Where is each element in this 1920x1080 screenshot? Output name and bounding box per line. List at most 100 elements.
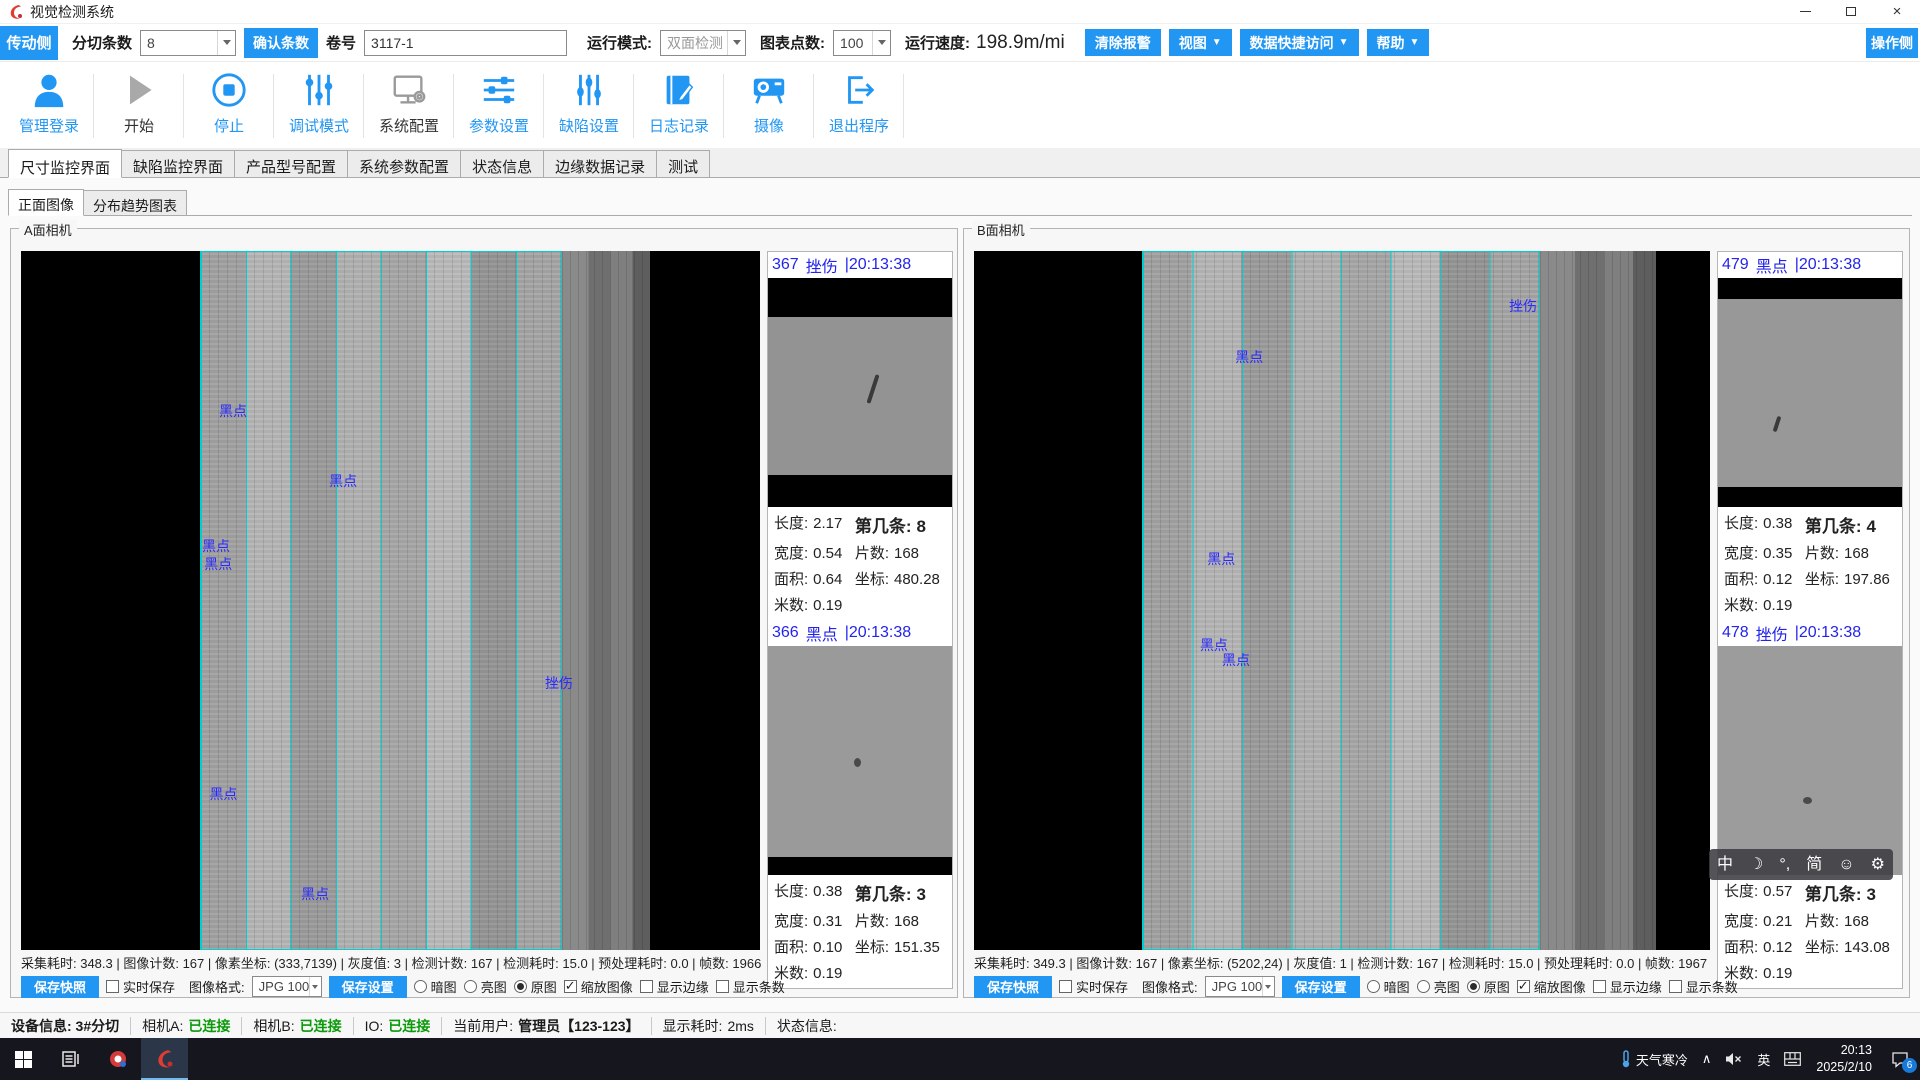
defect-overlay-label: 黑点	[1222, 650, 1250, 670]
tab-edge-data-record[interactable]: 边缘数据记录	[543, 150, 657, 177]
image-format-select[interactable]: JPG 100	[1205, 976, 1275, 997]
drive-side-button[interactable]: 传动侧	[0, 26, 58, 60]
task-view-button[interactable]	[47, 1038, 94, 1080]
defect-thumbnail[interactable]	[768, 278, 952, 507]
show-edge-checkbox[interactable]: 显示边缘	[640, 977, 709, 996]
save-settings-button[interactable]: 保存设置	[329, 976, 407, 998]
touch-keyboard-button[interactable]	[1777, 1038, 1808, 1080]
start-button[interactable]	[0, 1038, 47, 1080]
ime-moon-icon[interactable]: ☽	[1749, 857, 1763, 873]
radio-icon	[1467, 980, 1480, 993]
camera-b-image[interactable]: 挫伤黑点黑点黑点黑点	[974, 251, 1710, 950]
ime-settings-gear-icon[interactable]: ⚙	[1871, 857, 1885, 873]
tab-system-params-config[interactable]: 系统参数配置	[347, 150, 461, 177]
debug-mode-button[interactable]: 调试模式	[274, 62, 364, 148]
dark-image-radio[interactable]: 暗图	[1367, 977, 1410, 996]
menu-arrow-icon: ▼	[1212, 37, 1222, 48]
tab-test[interactable]: 测试	[656, 150, 710, 177]
admin-login-button[interactable]: 管理登录	[4, 62, 94, 148]
tab-product-model-config[interactable]: 产品型号配置	[234, 150, 348, 177]
realtime-save-checkbox[interactable]: 实时保存	[1059, 977, 1128, 996]
weather-widget[interactable]: 天气寒冷	[1613, 1038, 1695, 1080]
checkbox-icon	[1593, 980, 1606, 993]
log-record-button[interactable]: 日志记录	[634, 62, 724, 148]
original-image-radio[interactable]: 原图	[1467, 977, 1510, 996]
windows-taskbar: 天气寒冷 ∧ 英 20:13 2025/2/10 6	[0, 1038, 1920, 1080]
taskbar-app-icon-1[interactable]	[94, 1038, 141, 1080]
subtab-front-image[interactable]: 正面图像	[8, 189, 84, 216]
clear-alarm-button[interactable]: 清除报警	[1085, 29, 1161, 56]
camera-b-controls: 保存快照 实时保存 图像格式: JPG 100 保存设置 暗图 亮图 原图 缩放…	[974, 975, 1714, 998]
notification-center-button[interactable]: 6	[1880, 1051, 1920, 1068]
tab-defect-monitor[interactable]: 缺陷监控界面	[121, 150, 235, 177]
save-snapshot-button[interactable]: 保存快照	[974, 976, 1052, 998]
ime-chinese-mode[interactable]: 中	[1717, 857, 1733, 873]
ime-simplified-mode[interactable]: 简	[1806, 857, 1822, 873]
realtime-save-checkbox[interactable]: 实时保存	[106, 977, 175, 996]
stop-button[interactable]: 停止	[184, 62, 274, 148]
view-menu-button[interactable]: 视图▼	[1169, 29, 1232, 56]
taskbar-clock[interactable]: 20:13 2025/2/10	[1808, 1042, 1880, 1076]
tab-status-info[interactable]: 状态信息	[460, 150, 544, 177]
show-count-checkbox[interactable]: 显示条数	[716, 977, 785, 996]
minimize-button[interactable]	[1782, 0, 1828, 23]
volume-muted-button[interactable]	[1718, 1038, 1750, 1080]
play-icon	[119, 70, 159, 110]
zoom-image-checkbox[interactable]: 缩放图像	[564, 977, 633, 996]
camera-a-image[interactable]: 黑点黑点黑点黑点挫伤黑点黑点	[21, 251, 760, 950]
close-button[interactable]: ×	[1874, 0, 1920, 23]
image-format-select[interactable]: JPG 100	[252, 976, 322, 997]
help-menu-button[interactable]: 帮助▼	[1367, 29, 1430, 56]
current-user: 当前用户: 管理员【123-123】	[442, 1017, 651, 1035]
ime-emoji-icon[interactable]: ☺	[1838, 857, 1854, 873]
input-language-indicator[interactable]: 英	[1750, 1038, 1777, 1080]
data-quick-access-menu-button[interactable]: 数据快捷访问▼	[1240, 29, 1359, 56]
params-settings-button[interactable]: 参数设置	[454, 62, 544, 148]
taskbar-app-vision-system[interactable]	[141, 1038, 188, 1080]
zoom-image-checkbox[interactable]: 缩放图像	[1517, 977, 1586, 996]
defect-time: |20:13:38	[845, 624, 911, 642]
run-mode-select[interactable]: 双面检测	[660, 30, 746, 56]
thumb-black-band	[768, 278, 952, 317]
chevron-down-icon	[872, 31, 890, 55]
dark-image-radio[interactable]: 暗图	[414, 977, 457, 996]
subtab-trend-chart[interactable]: 分布趋势图表	[83, 190, 187, 215]
save-settings-button[interactable]: 保存设置	[1282, 976, 1360, 998]
defect-no: 479	[1722, 256, 1749, 274]
camera-a-title: A面相机	[19, 220, 77, 239]
operator-side-button[interactable]: 操作侧	[1866, 28, 1918, 58]
save-snapshot-button[interactable]: 保存快照	[21, 976, 99, 998]
bright-image-radio[interactable]: 亮图	[1417, 977, 1460, 996]
exit-program-button[interactable]: 退出程序	[814, 62, 904, 148]
defect-thumbnail[interactable]	[1718, 646, 1902, 875]
slit-count-select[interactable]: 8	[140, 30, 236, 56]
roll-number-input[interactable]: 3117-1	[364, 30, 567, 56]
minimize-icon	[1800, 11, 1811, 12]
original-image-radio[interactable]: 原图	[514, 977, 557, 996]
show-count-checkbox[interactable]: 显示条数	[1669, 977, 1738, 996]
defect-thumbnail[interactable]	[768, 646, 952, 875]
tab-size-monitor[interactable]: 尺寸监控界面	[8, 149, 122, 178]
bright-image-radio[interactable]: 亮图	[464, 977, 507, 996]
thermometer-icon	[1620, 1050, 1632, 1068]
start-button[interactable]: 开始	[94, 62, 184, 148]
defect-thumbnail[interactable]	[1718, 278, 1902, 507]
capture-button[interactable]: 摄像	[724, 62, 814, 148]
system-config-icon	[389, 70, 429, 110]
defect-settings-button[interactable]: 缺陷设置	[544, 62, 634, 148]
ime-punctuation-mode[interactable]: °,	[1779, 857, 1790, 873]
app-logo-icon	[8, 4, 24, 20]
confirm-count-button[interactable]: 确认条数	[244, 28, 318, 58]
chart-points-select[interactable]: 100	[833, 30, 891, 56]
slit-count-label: 分切条数	[72, 32, 132, 53]
camera-b-connection: 相机B: 已连接	[242, 1017, 353, 1035]
defect-no: 366	[772, 624, 799, 642]
keyboard-grid-icon	[1784, 1052, 1801, 1066]
defect-overlay-label: 黑点	[204, 554, 232, 574]
chevron-down-icon	[1262, 977, 1273, 996]
show-edge-checkbox[interactable]: 显示边缘	[1593, 977, 1662, 996]
system-config-button[interactable]: 系统配置	[364, 62, 454, 148]
hidden-icons-chevron[interactable]: ∧	[1695, 1038, 1719, 1080]
maximize-button[interactable]	[1828, 0, 1874, 23]
radio-icon	[514, 980, 527, 993]
